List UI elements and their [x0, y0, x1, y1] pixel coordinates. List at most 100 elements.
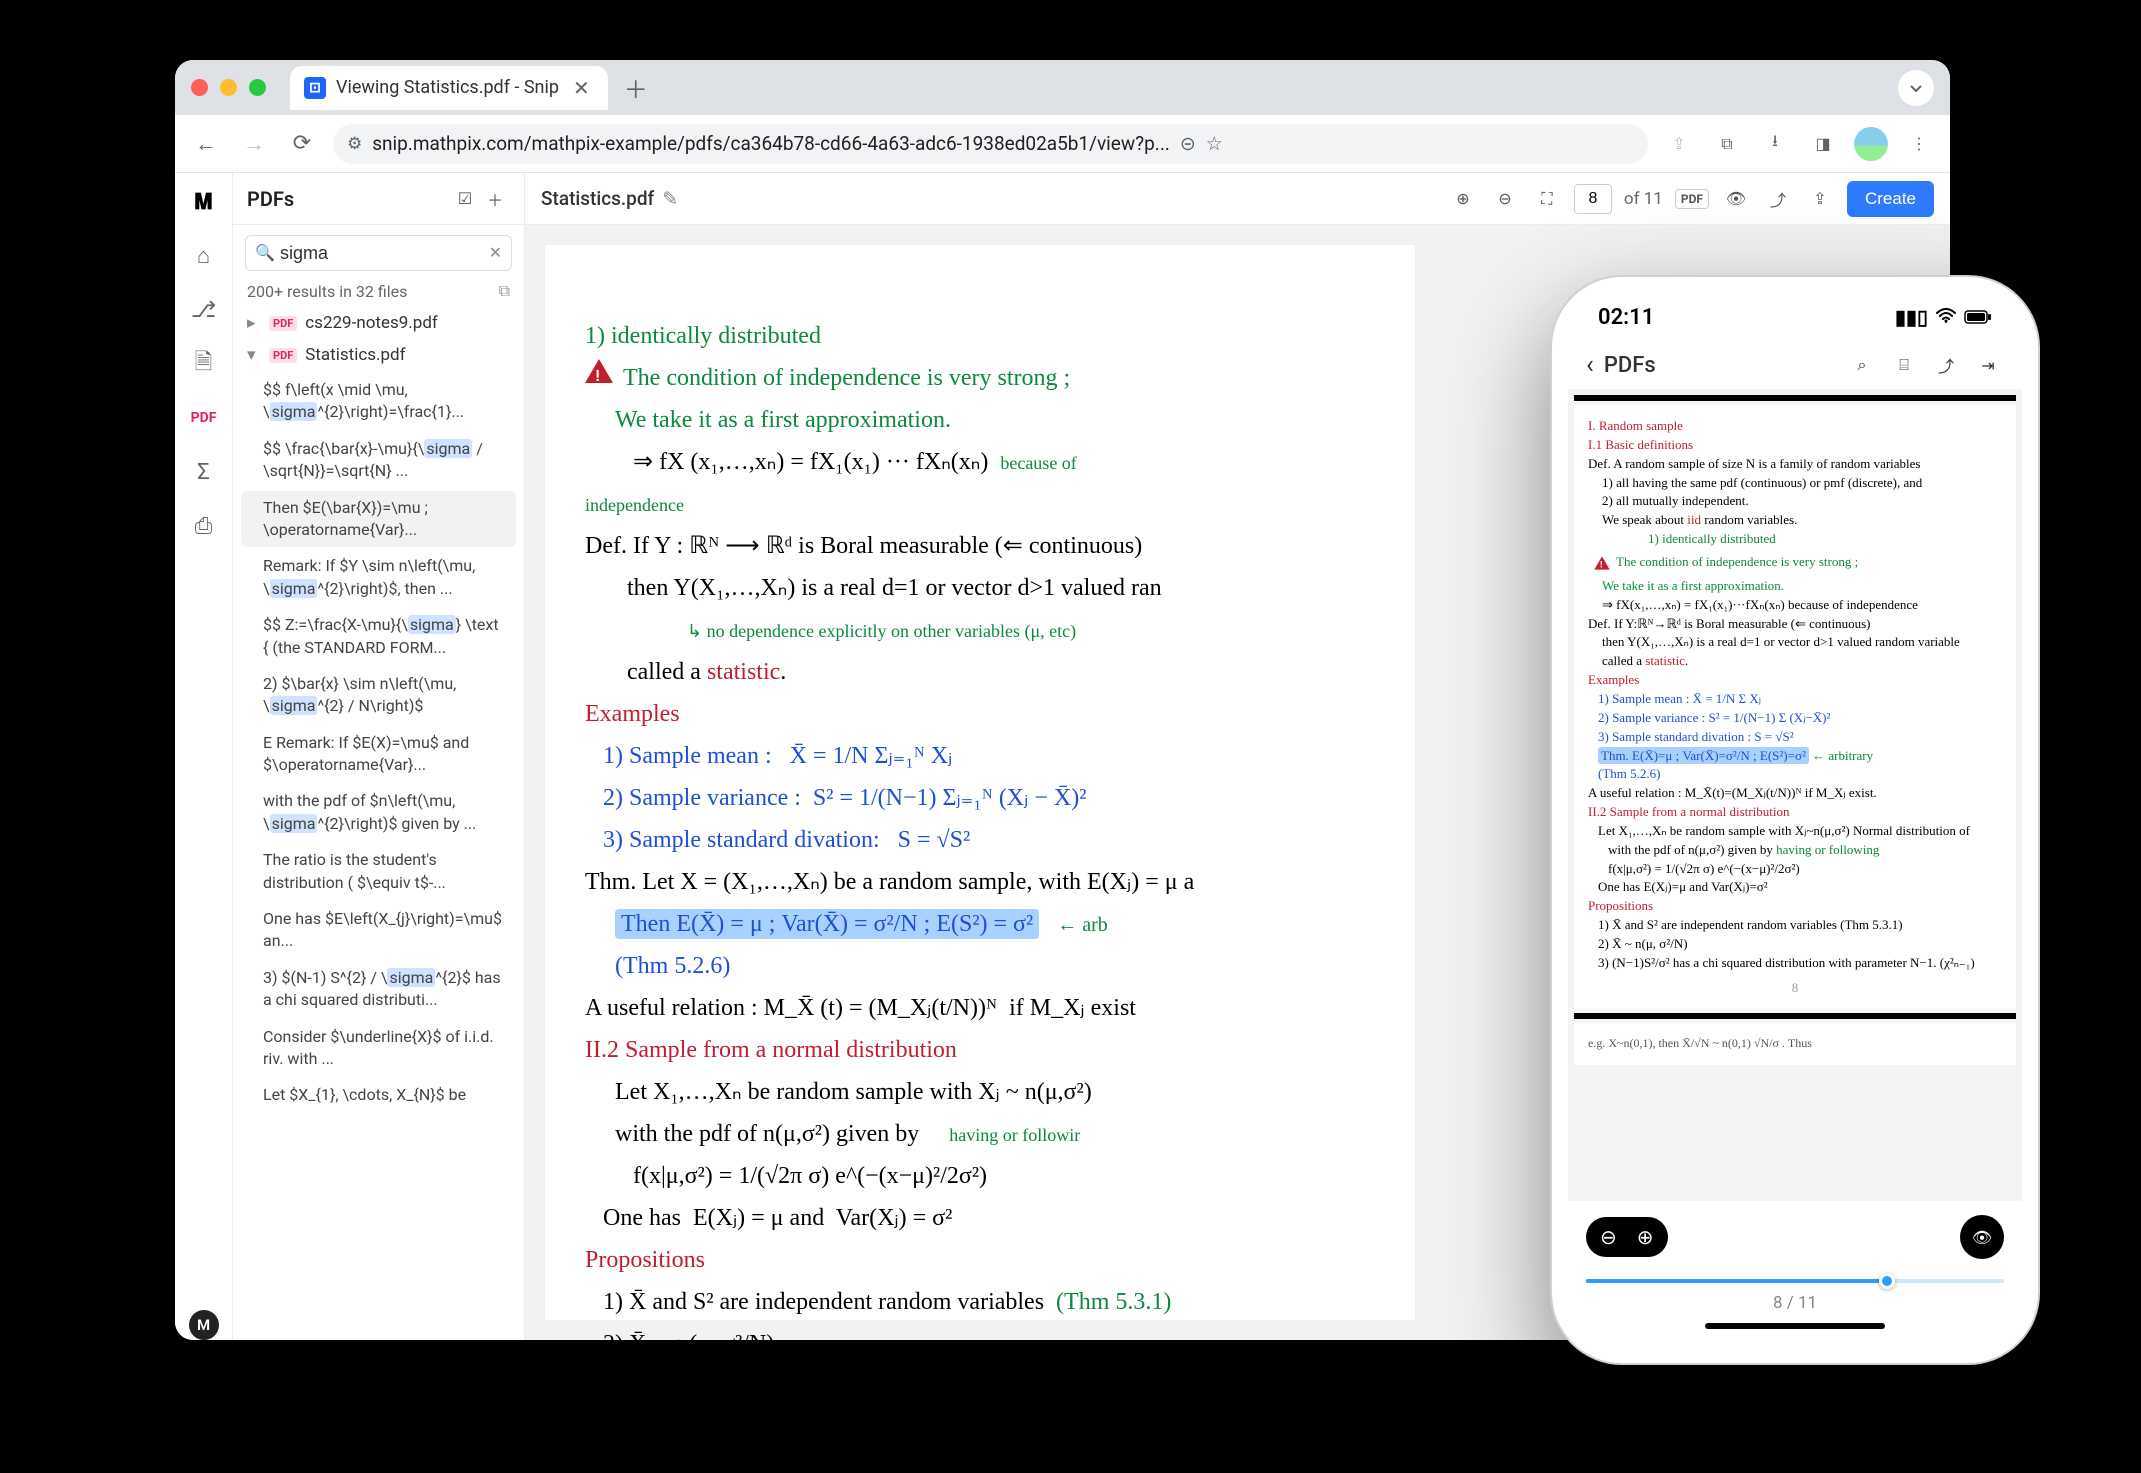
text: 3) (N−1)S²/σ² has a chi squared distribu…	[1588, 954, 2002, 973]
text: 1) identically distributed	[1588, 530, 2002, 549]
back-chevron-icon[interactable]: ‹	[1586, 350, 1594, 380]
search-result[interactable]: One has $E\left(X_{j}\right)=\mu$ an...	[241, 902, 516, 959]
text: A useful relation : M_X̄(t)=(M_Xⱼ(t/N))ᴺ…	[1588, 784, 2002, 803]
phone-export-icon[interactable]: ⇥	[1972, 349, 2004, 381]
search-result[interactable]: $$ f\left(x \mid \mu, \sigma^{2}\right)=…	[241, 373, 516, 430]
document-icon[interactable]: 🗎	[189, 349, 219, 379]
minimize-window[interactable]	[220, 79, 237, 96]
pdf-icon[interactable]: PDF	[189, 403, 219, 433]
phone-document[interactable]: I. Random sample I.1 Basic definitions D…	[1568, 389, 2022, 1201]
phone-bottom-bar: ⊖ ⊕ 👁 8 / 11	[1568, 1201, 2022, 1347]
phone-statusbar: 02:11 ▮▮▯	[1568, 293, 2022, 341]
page-number-input[interactable]	[1574, 184, 1612, 214]
home-icon[interactable]: ⌂	[189, 241, 219, 271]
annotation: ← arbitrary	[1812, 748, 1873, 763]
sidepanel-icon[interactable]: ◨	[1806, 127, 1840, 161]
share-icon[interactable]: ⇪	[1662, 127, 1696, 161]
site-settings-icon[interactable]: ⚙	[347, 134, 362, 154]
text: We take it as a first approximation.	[1588, 577, 2002, 596]
edit-title-icon[interactable]: ✎	[662, 187, 678, 210]
zoom-out-icon[interactable]: ⊖	[1600, 1225, 1617, 1249]
file-item[interactable]: ▾ PDF Statistics.pdf	[241, 339, 516, 371]
back-button[interactable]: ←	[189, 127, 223, 161]
phone-cast-icon[interactable]: ⌸	[1888, 349, 1920, 381]
text: We take it as a first approximation.	[615, 407, 951, 433]
zoom-icon[interactable]: ⊝	[1180, 132, 1196, 155]
zoom-in-icon[interactable]: ⊕	[1637, 1225, 1654, 1249]
phone-search-icon[interactable]: ⌕	[1846, 349, 1878, 381]
create-button[interactable]: Create	[1847, 181, 1934, 217]
fit-page-icon[interactable]: ⛶	[1532, 184, 1562, 214]
highlighted-text: Thm. E(X̄)=μ ; Var(X̄)=σ²/N ; E(S²)=σ²	[1598, 747, 1809, 764]
profile-avatar[interactable]	[1854, 127, 1888, 161]
slider-thumb[interactable]	[1879, 1273, 1895, 1289]
page-slider[interactable]	[1586, 1279, 2004, 1283]
pdf-page: 1) identically distributed The condition…	[545, 245, 1415, 1320]
view-icon[interactable]: 👁	[1721, 184, 1751, 214]
search-input[interactable]	[245, 235, 512, 271]
app-rail: 𝐌 ⌂ ⎇ 🗎 PDF Σ ⎙ M	[175, 173, 233, 1340]
zoom-out-icon[interactable]: ⊖	[1490, 184, 1520, 214]
browser-tabbar: ⊡ Viewing Statistics.pdf - Snip ✕ ＋	[175, 60, 1950, 115]
search-result[interactable]: Then $E(\bar{X})=\mu ; \operatorname{Var…	[241, 491, 516, 548]
close-window[interactable]	[191, 79, 208, 96]
reload-button[interactable]: ⟳	[285, 127, 319, 161]
new-tab-button[interactable]: ＋	[618, 70, 654, 106]
search-result[interactable]: The ratio is the student's distribution …	[241, 843, 516, 900]
home-indicator[interactable]	[1705, 1323, 1885, 1329]
phone-upload-icon[interactable]: ⤴	[1930, 349, 1962, 381]
browser-tab[interactable]: ⊡ Viewing Statistics.pdf - Snip ✕	[290, 66, 608, 110]
page-number: 8	[1588, 979, 2002, 998]
browser-toolbar: ← → ⟳ ⚙ snip.mathpix.com/mathpix-example…	[175, 115, 1950, 173]
export-icon[interactable]: ⤴	[1763, 184, 1793, 214]
add-icon[interactable]: ＋	[480, 184, 510, 214]
upload-icon[interactable]: ⇪	[1805, 184, 1835, 214]
url-bar[interactable]: ⚙ snip.mathpix.com/mathpix-example/pdfs/…	[333, 124, 1648, 164]
battery-icon	[1964, 305, 1992, 329]
sidebar-title: PDFs	[247, 187, 450, 211]
view-mode-icon[interactable]: 👁	[1960, 1215, 2004, 1259]
page-total: of 11	[1624, 189, 1663, 209]
text: 2) Sample variance : S² = 1/(N−1) Σⱼ₌₁ᴺ …	[603, 785, 1086, 811]
page-icon[interactable]: ⎙	[189, 511, 219, 541]
workspace-badge[interactable]: M	[189, 1310, 219, 1340]
forward-button[interactable]: →	[237, 127, 271, 161]
collapse-icon[interactable]: ▾	[247, 345, 261, 365]
pdf-badge-icon: PDF	[269, 316, 297, 331]
select-icon[interactable]: ☑	[450, 184, 480, 214]
search-result[interactable]: $$ \frac{\bar{x}-\mu}{\sigma / \sqrt{N}}…	[241, 432, 516, 489]
tabs-dropdown[interactable]	[1898, 70, 1934, 106]
text: Examples	[1588, 671, 2002, 690]
search-result[interactable]: 2) $\bar{x} \sim n\left(\mu, \sigma^{2} …	[241, 667, 516, 724]
clear-search-icon[interactable]: ✕	[489, 243, 502, 262]
wifi-icon	[1936, 305, 1956, 329]
tree-icon[interactable]: ⎇	[189, 295, 219, 325]
expand-icon[interactable]: ▸	[247, 313, 261, 333]
file-item[interactable]: ▸ PDF cs229-notes9.pdf	[241, 307, 516, 339]
status-time: 02:11	[1598, 305, 1654, 330]
pdf-format-icon[interactable]: PDF	[1675, 189, 1709, 209]
text: 1) Sample mean : X̄ = 1/N Σⱼ₌₁ᴺ Xⱼ	[603, 743, 952, 769]
logo-icon[interactable]: 𝐌	[189, 187, 219, 217]
bookmark-star-icon[interactable]: ☆	[1206, 132, 1223, 155]
menu-icon[interactable]: ⋮	[1902, 127, 1936, 161]
warning-icon	[585, 357, 613, 385]
search-result[interactable]: 3) $(N-1) S^{2} / \sigma^{2}$ has a chi …	[241, 961, 516, 1018]
search-result[interactable]: with the pdf of $n\left(\mu, \sigma^{2}\…	[241, 784, 516, 841]
search-result[interactable]: Let $X_{1}, \cdots, X_{N}$ be	[241, 1078, 516, 1112]
text: The condition of independence is very st…	[1616, 554, 1858, 569]
tab-close-icon[interactable]: ✕	[569, 76, 594, 100]
maximize-window[interactable]	[249, 79, 266, 96]
search-result[interactable]: $$ Z:=\frac{X-\mu}{\sigma} \text { (the …	[241, 608, 516, 665]
search-result[interactable]: Consider $\underline{X}$ of i.i.d. riv. …	[241, 1020, 516, 1077]
zoom-in-icon[interactable]: ⊕	[1448, 184, 1478, 214]
search-result[interactable]: Remark: If $Y \sim n\left(\mu, \sigma^{2…	[241, 549, 516, 606]
phone-page: I. Random sample I.1 Basic definitions D…	[1574, 405, 2016, 1009]
search-result[interactable]: E Remark: If $E(X)=\mu$ and $\operatorna…	[241, 726, 516, 783]
copy-results-icon[interactable]: ⧉	[499, 281, 510, 301]
download-icon[interactable]: ⭳	[1758, 127, 1792, 161]
text: then Y(X₁,…,Xₙ) is a real d=1 or vector …	[1588, 633, 2002, 652]
sigma-icon[interactable]: Σ	[189, 457, 219, 487]
extensions-icon[interactable]: ⧉	[1710, 127, 1744, 161]
heading: Examples	[585, 701, 680, 727]
